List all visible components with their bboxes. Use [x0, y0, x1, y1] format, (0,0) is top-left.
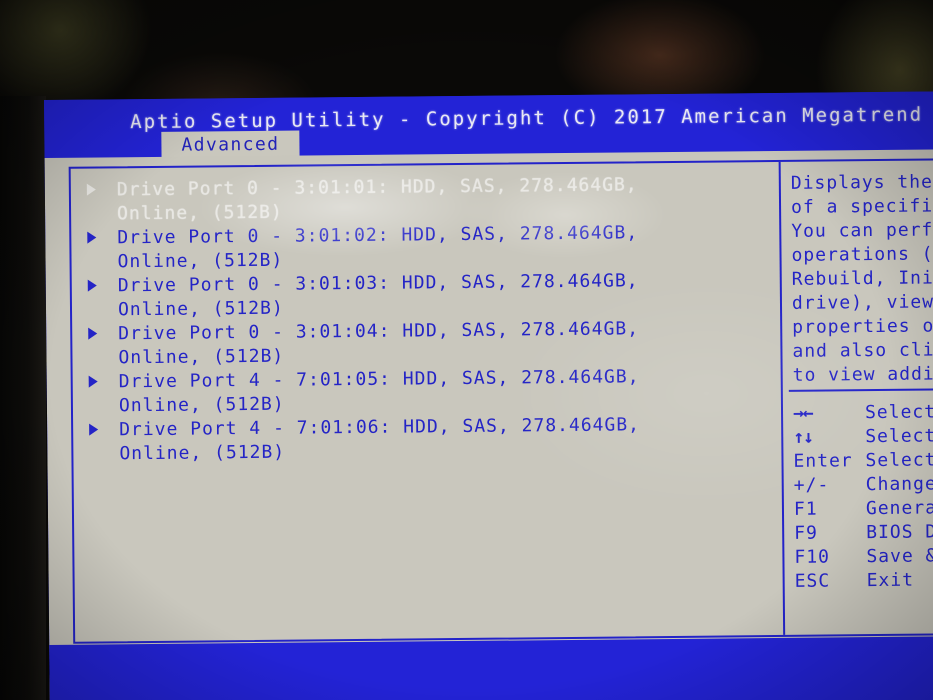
drive-list-item[interactable]: Drive Port 4 - 7:01:05: HDD, SAS, 278.46… — [79, 364, 781, 419]
drive-list-item[interactable]: Drive Port 0 - 3:01:04: HDD, SAS, 278.46… — [78, 316, 780, 371]
key-legend-row: ESC Exit — [795, 568, 933, 594]
drive-list-item[interactable]: Drive Port 0 - 3:01:02: HDD, SAS, 278.46… — [77, 220, 779, 275]
triangle-right-icon — [88, 375, 98, 388]
f10-key-icon: F10 — [794, 546, 831, 568]
title-bar: Aptio Setup Utility - Copyright (C) 2017… — [44, 91, 933, 159]
monitor-bezel-left — [0, 96, 46, 700]
drive-list-item[interactable]: Drive Port 0 - 3:01:01: HDD, SAS, 278.46… — [77, 172, 779, 227]
help-text-line: You can perf — [791, 219, 933, 242]
triangle-right-icon — [87, 231, 97, 244]
drive-list: Drive Port 0 - 3:01:01: HDD, SAS, 278.46… — [71, 162, 784, 642]
key-legend-row: F9 BIOS Def — [794, 520, 933, 546]
key-legend-description: Select — [865, 425, 933, 448]
key-legend-row: F1 General — [794, 496, 933, 522]
up-down-arrows-icon: ↑↓ — [793, 426, 814, 448]
f1-key-icon: F1 — [793, 498, 818, 520]
key-legend-row: +/- Change — [794, 472, 933, 498]
key-legend-description: Exit — [866, 569, 915, 592]
tab-advanced-label: Advanced — [181, 133, 280, 156]
help-text-line: operations ( — [791, 243, 933, 266]
f9-key-icon: F9 — [794, 522, 818, 544]
key-legend-row: →← Select — [793, 400, 933, 426]
help-text-line: properties o — [792, 315, 933, 338]
help-text-line: of a specifi — [790, 195, 933, 218]
page-title: Aptio Setup Utility - Copyright (C) 2017… — [130, 103, 924, 134]
enter-key-icon: Enter — [793, 450, 853, 472]
content-frame: Drive Port 0 - 3:01:01: HDD, SAS, 278.46… — [68, 158, 933, 644]
left-right-arrows-icon: →← — [792, 402, 813, 424]
key-legend-description: Select — [864, 401, 933, 424]
setup-body: Drive Port 0 - 3:01:01: HDD, SAS, 278.46… — [44, 149, 933, 700]
tab-advanced[interactable]: Advanced — [161, 130, 300, 159]
key-legend-row: ↑↓ Select — [793, 424, 933, 450]
bottom-blue-strip — [49, 636, 933, 700]
key-legend-description: Select — [865, 449, 933, 472]
key-legend-description: Change — [865, 473, 933, 496]
triangle-right-icon — [88, 327, 98, 340]
plus-minus-key-icon: +/- — [793, 474, 830, 496]
key-legend-description: BIOS Def — [866, 521, 933, 544]
help-text-line: Rebuild, Ini — [791, 267, 933, 290]
help-text-line: to view addi — [792, 363, 933, 386]
key-legend-row: F10 Save & E — [794, 544, 933, 570]
drive-list-item[interactable]: Drive Port 4 - 7:01:06: HDD, SAS, 278.46… — [79, 412, 781, 467]
key-legend-description: Save & E — [866, 545, 933, 568]
photograph-background: Aptio Setup Utility - Copyright (C) 2017… — [0, 0, 933, 700]
help-text-line: drive), view — [791, 291, 933, 314]
bios-screen: Aptio Setup Utility - Copyright (C) 2017… — [44, 91, 933, 700]
triangle-right-icon — [87, 279, 97, 292]
key-legend: →← Select ↑↓ Select Enter Select +/- Change F1 Ge… — [783, 400, 933, 594]
help-text-line: Displays the — [790, 171, 933, 194]
drive-list-item[interactable]: Drive Port 0 - 3:01:03: HDD, SAS, 278.46… — [78, 268, 780, 323]
key-legend-row: Enter Select — [793, 448, 933, 474]
triangle-right-icon — [89, 423, 99, 436]
help-text-line: and also cli — [792, 339, 933, 362]
esc-key-icon: ESC — [794, 570, 831, 592]
key-legend-description: General — [865, 497, 933, 520]
triangle-right-icon — [86, 183, 96, 196]
